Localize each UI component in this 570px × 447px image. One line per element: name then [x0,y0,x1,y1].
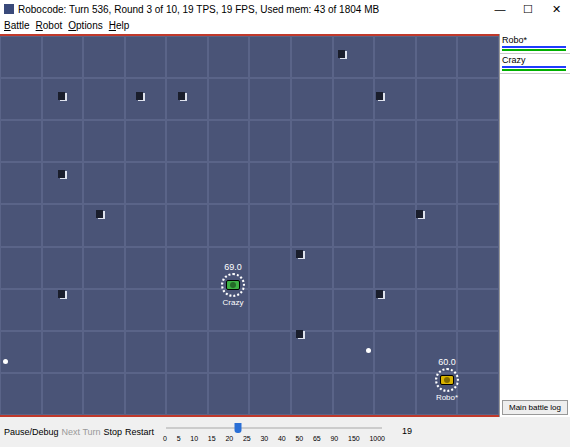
ground-decoration [96,210,103,218]
robot-name: Crazy [502,54,568,66]
window-title: Robocode: Turn 536, Round 3 of 10, 19 TP… [18,2,486,17]
speed-reading: 19 [402,425,412,439]
scoreboard: Robo* Crazy [500,34,570,74]
battle-log-button[interactable]: Main battle log [502,400,568,415]
robot: 69.0 Crazy [210,262,256,308]
menu-item[interactable]: Battle [4,19,30,33]
robot-energy: 69.0 [224,262,242,273]
ground-decoration [376,290,383,298]
slider-tick: 25 [243,434,251,443]
slider-tick: 65 [313,434,321,443]
ground-decoration [338,50,345,58]
scoreboard-entry[interactable]: Robo* [500,34,570,54]
ground-decoration [58,170,65,178]
main-area: 69.0 Crazy 60.0 Robo* Robo* Crazy Main battle … [0,34,570,417]
control-button[interactable]: Restart [125,426,154,438]
slider-tick: 90 [330,434,338,443]
robot-icon [435,368,459,392]
ground-decoration [376,92,383,100]
scoreboard-entry[interactable]: Crazy [500,54,570,74]
slider-thumb[interactable] [235,423,242,433]
slider-tick: 10 [190,434,198,443]
window-control[interactable]: — [486,1,514,18]
ground-decoration [416,210,423,218]
slider-tick: 1000 [369,434,385,443]
bullet [3,359,8,364]
ground-decoration [178,92,185,100]
ground-decoration [136,92,143,100]
menu-bar: Battle Robot Options Help [0,18,570,34]
slider-tick: 5 [177,434,181,443]
robot-name: Crazy [223,297,244,308]
control-button[interactable]: Stop [104,426,123,438]
slider-tick: 0 [163,434,167,443]
app-icon [4,4,14,14]
robot-name: Robo* [436,392,458,403]
ground-decoration [296,250,303,258]
window-control[interactable]: ☐ [514,1,542,18]
menu-item[interactable]: Help [109,19,130,33]
robot-icon [221,273,245,297]
window-control[interactable]: ✕ [542,1,570,18]
battlefield: 69.0 Crazy 60.0 Robo* [0,34,499,417]
speed-slider[interactable]: 0 5 10 15 20 25 30 40 50 65 90 150 1000 [163,422,385,443]
robocode-window: Robocode: Turn 536, Round 3 of 10, 19 TP… [0,0,570,447]
ground-decoration [58,92,65,100]
slider-tick: 40 [278,434,286,443]
slider-tick: 150 [348,434,360,443]
side-panel: Robo* Crazy Main battle log [499,34,570,417]
menu-item[interactable]: Options [68,19,102,33]
bullet [366,348,371,353]
slider-tick: 20 [225,434,233,443]
robot-name: Robo* [502,34,568,46]
title-bar: Robocode: Turn 536, Round 3 of 10, 19 TP… [0,0,570,18]
ground-decoration [296,330,303,338]
slider-tick: 30 [260,434,268,443]
control-button[interactable]: Next Turn [62,426,101,438]
slider-tick: 50 [295,434,303,443]
menu-item[interactable]: Robot [36,19,63,33]
control-button[interactable]: Pause/Debug [4,426,59,438]
robot: 60.0 Robo* [424,357,470,403]
slider-tick: 15 [208,434,216,443]
control-bar: Pause/DebugNext TurnStopRestart 0 5 10 15 20 2… [0,417,570,447]
robot-energy: 60.0 [438,357,456,368]
battlefield-grid [0,36,499,415]
ground-decoration [58,290,65,298]
